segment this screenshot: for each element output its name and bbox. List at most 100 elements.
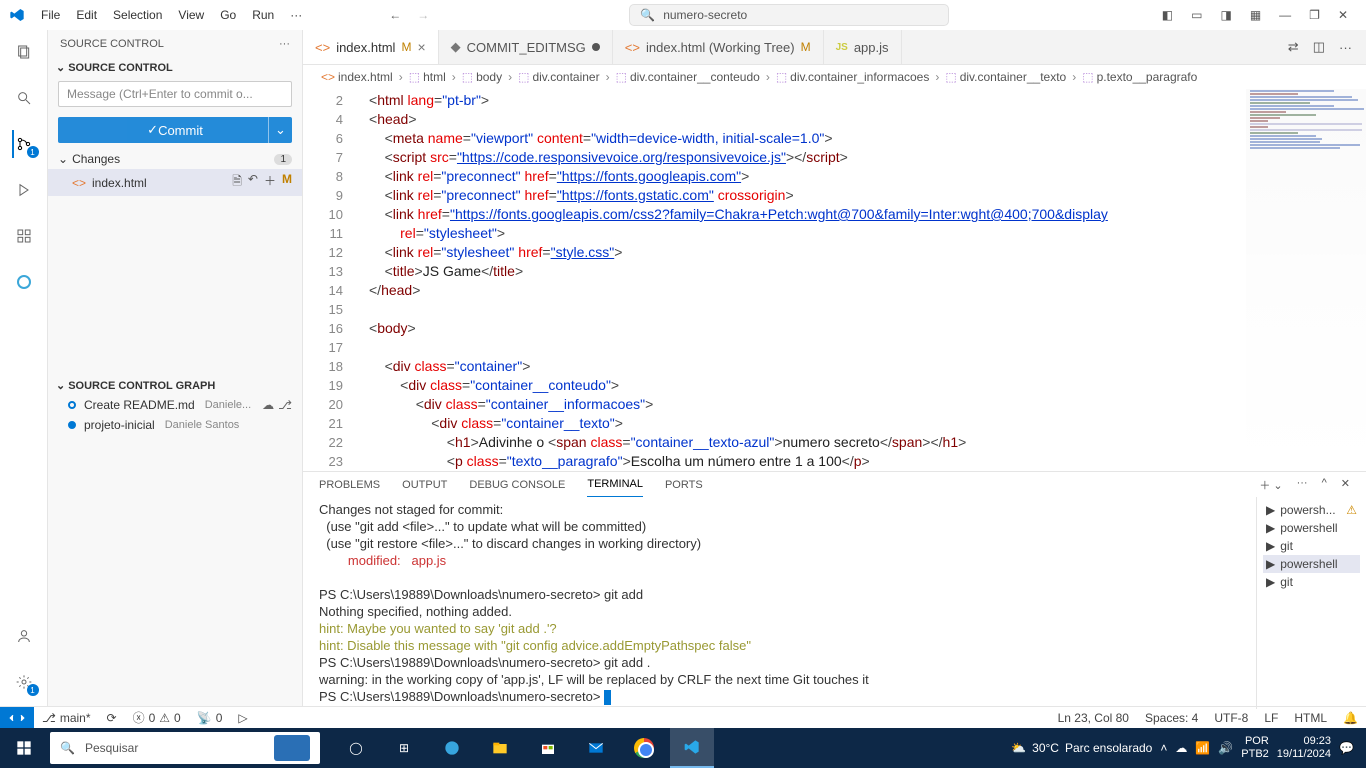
eol[interactable]: LF <box>1256 711 1286 725</box>
commit-message-input[interactable]: Message (Ctrl+Enter to commit o... <box>58 81 292 107</box>
close-icon[interactable]: × <box>417 39 425 55</box>
panel-more-icon[interactable]: ··· <box>1297 477 1308 493</box>
taskbar-search-label: Pesquisar <box>85 741 138 755</box>
menu-more[interactable]: ··· <box>283 4 309 26</box>
vscode-app-icon[interactable] <box>670 728 714 768</box>
graph-commit[interactable]: projeto-inicial Daniele Santos <box>48 415 302 435</box>
cursor-position[interactable]: Ln 23, Col 80 <box>1050 711 1137 725</box>
menu-selection[interactable]: Selection <box>106 4 169 26</box>
live-icon[interactable]: ▷ <box>230 711 255 725</box>
store-app-icon[interactable] <box>526 728 570 768</box>
commit-button[interactable]: ✓ Commit ⌄ <box>58 117 292 143</box>
new-terminal-icon[interactable]: ＋ ⌄ <box>1259 477 1282 493</box>
window-maximize-icon[interactable]: ❐ <box>1309 8 1320 22</box>
changes-group[interactable]: ⌄ Changes 1 <box>48 149 302 169</box>
language-mode[interactable]: HTML <box>1286 711 1335 725</box>
edge-icon[interactable] <box>12 270 36 294</box>
indentation[interactable]: Spaces: 4 <box>1137 711 1206 725</box>
clock[interactable]: 09:2319/11/2024 <box>1277 735 1331 761</box>
changed-file[interactable]: <> index.html 🗎 ↶ ＋ M <box>48 169 302 196</box>
stage-icon[interactable]: ＋ <box>264 172 276 193</box>
open-file-icon[interactable]: 🗎 <box>232 172 242 193</box>
nav-forward-icon[interactable]: → <box>417 8 429 22</box>
layout-toggle-secondary-icon[interactable]: ◨ <box>1220 8 1231 22</box>
extensions-icon[interactable] <box>12 224 36 248</box>
scm-graph-section[interactable]: ⌄ SOURCE CONTROL GRAPH <box>48 376 302 395</box>
tab-app-js[interactable]: JS app.js <box>824 30 902 64</box>
commit-dropdown-icon[interactable]: ⌄ <box>268 117 292 143</box>
layout-customize-icon[interactable]: ▦ <box>1250 8 1261 22</box>
layout-toggle-primary-icon[interactable]: ◧ <box>1162 8 1173 22</box>
language-indicator[interactable]: PORPTB2 <box>1241 735 1269 761</box>
settings-gear-icon[interactable]: 1 <box>12 670 36 694</box>
minimap[interactable] <box>1246 89 1366 471</box>
problems-status[interactable]: ⓧ 0 ⚠ 0 <box>125 709 189 726</box>
sidebar-more-icon[interactable]: ··· <box>279 38 290 50</box>
menu-go[interactable]: Go <box>213 4 243 26</box>
sync-status[interactable]: ⟳ <box>99 711 125 725</box>
remote-icon[interactable] <box>0 707 34 728</box>
menu-run[interactable]: Run <box>245 4 281 26</box>
layout-toggle-panel-icon[interactable]: ▭ <box>1191 8 1202 22</box>
notifications-tray-icon[interactable]: 💬 <box>1339 741 1354 755</box>
edge-app-icon[interactable] <box>430 728 474 768</box>
mail-app-icon[interactable] <box>574 728 618 768</box>
wifi-icon[interactable]: 📶 <box>1195 741 1210 755</box>
terminal-item[interactable]: ▶powershell <box>1263 519 1360 537</box>
notifications-icon[interactable]: 🔔 <box>1335 711 1366 725</box>
panel-tab-terminal[interactable]: TERMINAL <box>587 472 643 497</box>
search-activity-icon[interactable] <box>12 86 36 110</box>
split-icon[interactable]: ◫ <box>1313 39 1325 55</box>
terminal-item[interactable]: ▶git <box>1263 537 1360 555</box>
scm-section[interactable]: ⌄ SOURCE CONTROL <box>48 58 302 77</box>
more-icon[interactable]: ··· <box>1339 40 1352 55</box>
chrome-app-icon[interactable] <box>622 728 666 768</box>
compare-icon[interactable]: ⇄ <box>1288 39 1299 55</box>
terminal-item[interactable]: ▶powershell <box>1263 555 1360 573</box>
explorer-icon[interactable] <box>12 40 36 64</box>
tab-index-working-tree[interactable]: <> index.html (Working Tree) M <box>613 30 824 64</box>
panel-tab-ports[interactable]: PORTS <box>665 473 703 497</box>
task-view-icon[interactable]: ◯ <box>334 728 378 768</box>
weather-widget[interactable]: ⛅ 30°C Parc ensolarado <box>1011 741 1152 755</box>
weather-icon: ⛅ <box>1011 741 1026 755</box>
onedrive-icon[interactable]: ☁ <box>1175 741 1187 755</box>
taskbar-search[interactable]: 🔍 Pesquisar <box>50 732 320 764</box>
nav-back-icon[interactable]: ← <box>389 8 401 22</box>
volume-icon[interactable]: 🔊 <box>1218 741 1233 755</box>
panel-close-icon[interactable]: ✕ <box>1341 477 1350 493</box>
accounts-icon[interactable] <box>12 624 36 648</box>
code-editor[interactable]: 2467891011121314151617181920212223 <html… <box>303 89 1366 471</box>
start-button[interactable] <box>0 728 48 768</box>
ports-status[interactable]: 📡 0 <box>189 711 231 725</box>
graph-commit[interactable]: Create README.md Daniele... ☁⎇ <box>48 395 302 415</box>
panel-tab-debug[interactable]: DEBUG CONSOLE <box>469 473 565 497</box>
tab-index-html[interactable]: <> index.html M × <box>303 30 439 64</box>
breadcrumb[interactable]: <> index.html› ⬚ html› ⬚ body› ⬚ div.con… <box>303 65 1366 89</box>
terminal-icon: ▶ <box>1266 521 1275 535</box>
terminal[interactable]: Changes not staged for commit: (use "git… <box>303 497 1256 709</box>
source-control-icon[interactable]: 1 <box>12 132 36 156</box>
code-content[interactable]: <html lang="pt-br"> <head> <meta name="v… <box>359 89 1366 471</box>
window-minimize-icon[interactable]: — <box>1279 8 1291 22</box>
panel-tab-problems[interactable]: PROBLEMS <box>319 473 380 497</box>
branch-status[interactable]: ⎇ main* <box>34 711 99 725</box>
discard-icon[interactable]: ↶ <box>248 172 258 193</box>
weather-temp: 30°C <box>1032 741 1059 755</box>
panel-maximize-icon[interactable]: ^ <box>1322 477 1327 493</box>
task-view-icon[interactable]: ⊞ <box>382 728 426 768</box>
explorer-app-icon[interactable] <box>478 728 522 768</box>
encoding[interactable]: UTF-8 <box>1206 711 1256 725</box>
panel-tab-output[interactable]: OUTPUT <box>402 473 447 497</box>
tab-commit-editmsg[interactable]: ◆ COMMIT_EDITMSG <box>439 30 613 64</box>
command-center[interactable]: 🔍 numero-secreto <box>629 4 949 26</box>
tray-chevron-icon[interactable]: ˄ <box>1160 741 1167 755</box>
terminal-item[interactable]: ▶powersh...⚠ <box>1263 501 1360 519</box>
terminal-item[interactable]: ▶git <box>1263 573 1360 591</box>
menu-edit[interactable]: Edit <box>69 4 104 26</box>
run-debug-icon[interactable] <box>12 178 36 202</box>
editor-tabs: <> index.html M × ◆ COMMIT_EDITMSG <> in… <box>303 30 1366 65</box>
menu-file[interactable]: File <box>34 4 67 26</box>
menu-view[interactable]: View <box>171 4 211 26</box>
window-close-icon[interactable]: ✕ <box>1338 8 1348 22</box>
